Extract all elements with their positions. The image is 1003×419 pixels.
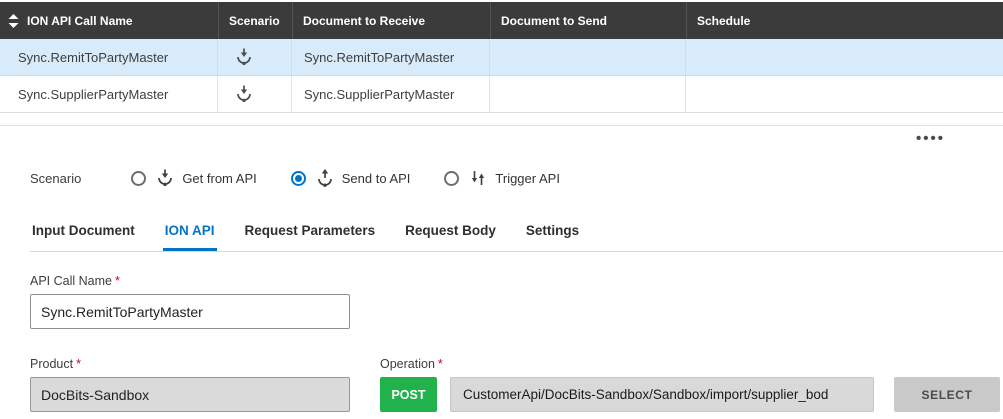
radio-button[interactable] xyxy=(444,171,459,186)
cell-schedule xyxy=(686,76,1003,113)
api-call-name-input[interactable] xyxy=(30,294,350,329)
required-marker: * xyxy=(438,357,443,371)
column-header-label: ION API Call Name xyxy=(27,14,133,28)
column-header-schedule[interactable]: Schedule xyxy=(686,2,1003,39)
column-header-doc-receive[interactable]: Document to Receive xyxy=(292,2,490,39)
table-row[interactable]: Sync.SupplierPartyMaster Sync.SupplierPa… xyxy=(0,76,1003,113)
cell-api-call-name: Sync.RemitToPartyMaster xyxy=(0,39,218,76)
ion-api-form: API Call Name* Product* Operation* POST … xyxy=(30,274,1003,412)
required-marker: * xyxy=(115,274,120,288)
radio-option-get-from-api[interactable]: Get from API xyxy=(131,168,256,188)
operation-path-input[interactable] xyxy=(450,377,874,412)
column-header-scenario[interactable]: Scenario xyxy=(218,2,292,39)
api-call-name-label: API Call Name* xyxy=(30,274,1003,288)
grid-panel-bottom-border xyxy=(0,113,1003,126)
cell-doc-send xyxy=(490,39,686,76)
api-scenario-icon xyxy=(234,47,254,67)
tab-settings[interactable]: Settings xyxy=(524,217,581,251)
trigger-api-icon xyxy=(468,168,488,188)
radio-option-send-to-api[interactable]: Send to API xyxy=(291,168,411,188)
select-operation-button[interactable]: SELECT xyxy=(894,377,1000,412)
radio-option-label: Get from API xyxy=(182,171,256,186)
product-operation-row: Product* Operation* POST SELECT xyxy=(30,357,1003,412)
column-header-doc-send[interactable]: Document to Send xyxy=(490,2,686,39)
product-label: Product* xyxy=(30,357,350,371)
radio-option-label: Send to API xyxy=(342,171,411,186)
detail-tab-bar: Input Document ION API Request Parameter… xyxy=(30,217,1003,252)
scenario-label: Scenario xyxy=(30,171,81,186)
operation-label: Operation* xyxy=(380,357,874,371)
cell-schedule xyxy=(686,39,1003,76)
cell-doc-receive: Sync.RemitToPartyMaster xyxy=(292,39,490,76)
required-marker: * xyxy=(76,357,81,371)
cell-scenario xyxy=(218,39,292,76)
cell-doc-receive: Sync.SupplierPartyMaster xyxy=(292,76,490,113)
api-scenario-icon xyxy=(234,84,254,104)
sort-icon xyxy=(8,14,19,28)
grid-header-row: ION API Call Name Scenario Document to R… xyxy=(0,2,1003,39)
cell-scenario xyxy=(218,76,292,113)
operation-group: Operation* POST xyxy=(380,357,874,412)
product-input[interactable] xyxy=(30,377,350,412)
radio-button[interactable] xyxy=(291,171,306,186)
send-to-api-icon xyxy=(315,168,335,188)
tab-request-body[interactable]: Request Body xyxy=(403,217,498,251)
splitter-handle[interactable]: •••• xyxy=(916,131,945,146)
radio-button[interactable] xyxy=(131,171,146,186)
tab-ion-api[interactable]: ION API xyxy=(163,217,217,251)
tab-input-document[interactable]: Input Document xyxy=(30,217,137,251)
column-header-api-call-name[interactable]: ION API Call Name xyxy=(0,2,218,39)
http-method-badge[interactable]: POST xyxy=(380,377,437,412)
ion-api-configuration-screen: ION API Call Name Scenario Document to R… xyxy=(0,0,1003,412)
radio-option-trigger-api[interactable]: Trigger API xyxy=(444,168,560,188)
cell-api-call-name: Sync.SupplierPartyMaster xyxy=(0,76,218,113)
get-from-api-icon xyxy=(155,168,175,188)
pane-splitter: •••• xyxy=(0,126,1003,151)
radio-option-label: Trigger API xyxy=(495,171,560,186)
product-group: Product* xyxy=(30,357,350,412)
table-row[interactable]: Sync.RemitToPartyMaster Sync.RemitToPart… xyxy=(0,39,1003,76)
scenario-radio-group: Scenario Get from API xyxy=(30,165,1003,191)
tab-request-parameters[interactable]: Request Parameters xyxy=(243,217,378,251)
cell-doc-send xyxy=(490,76,686,113)
operation-fields: POST xyxy=(380,377,874,412)
